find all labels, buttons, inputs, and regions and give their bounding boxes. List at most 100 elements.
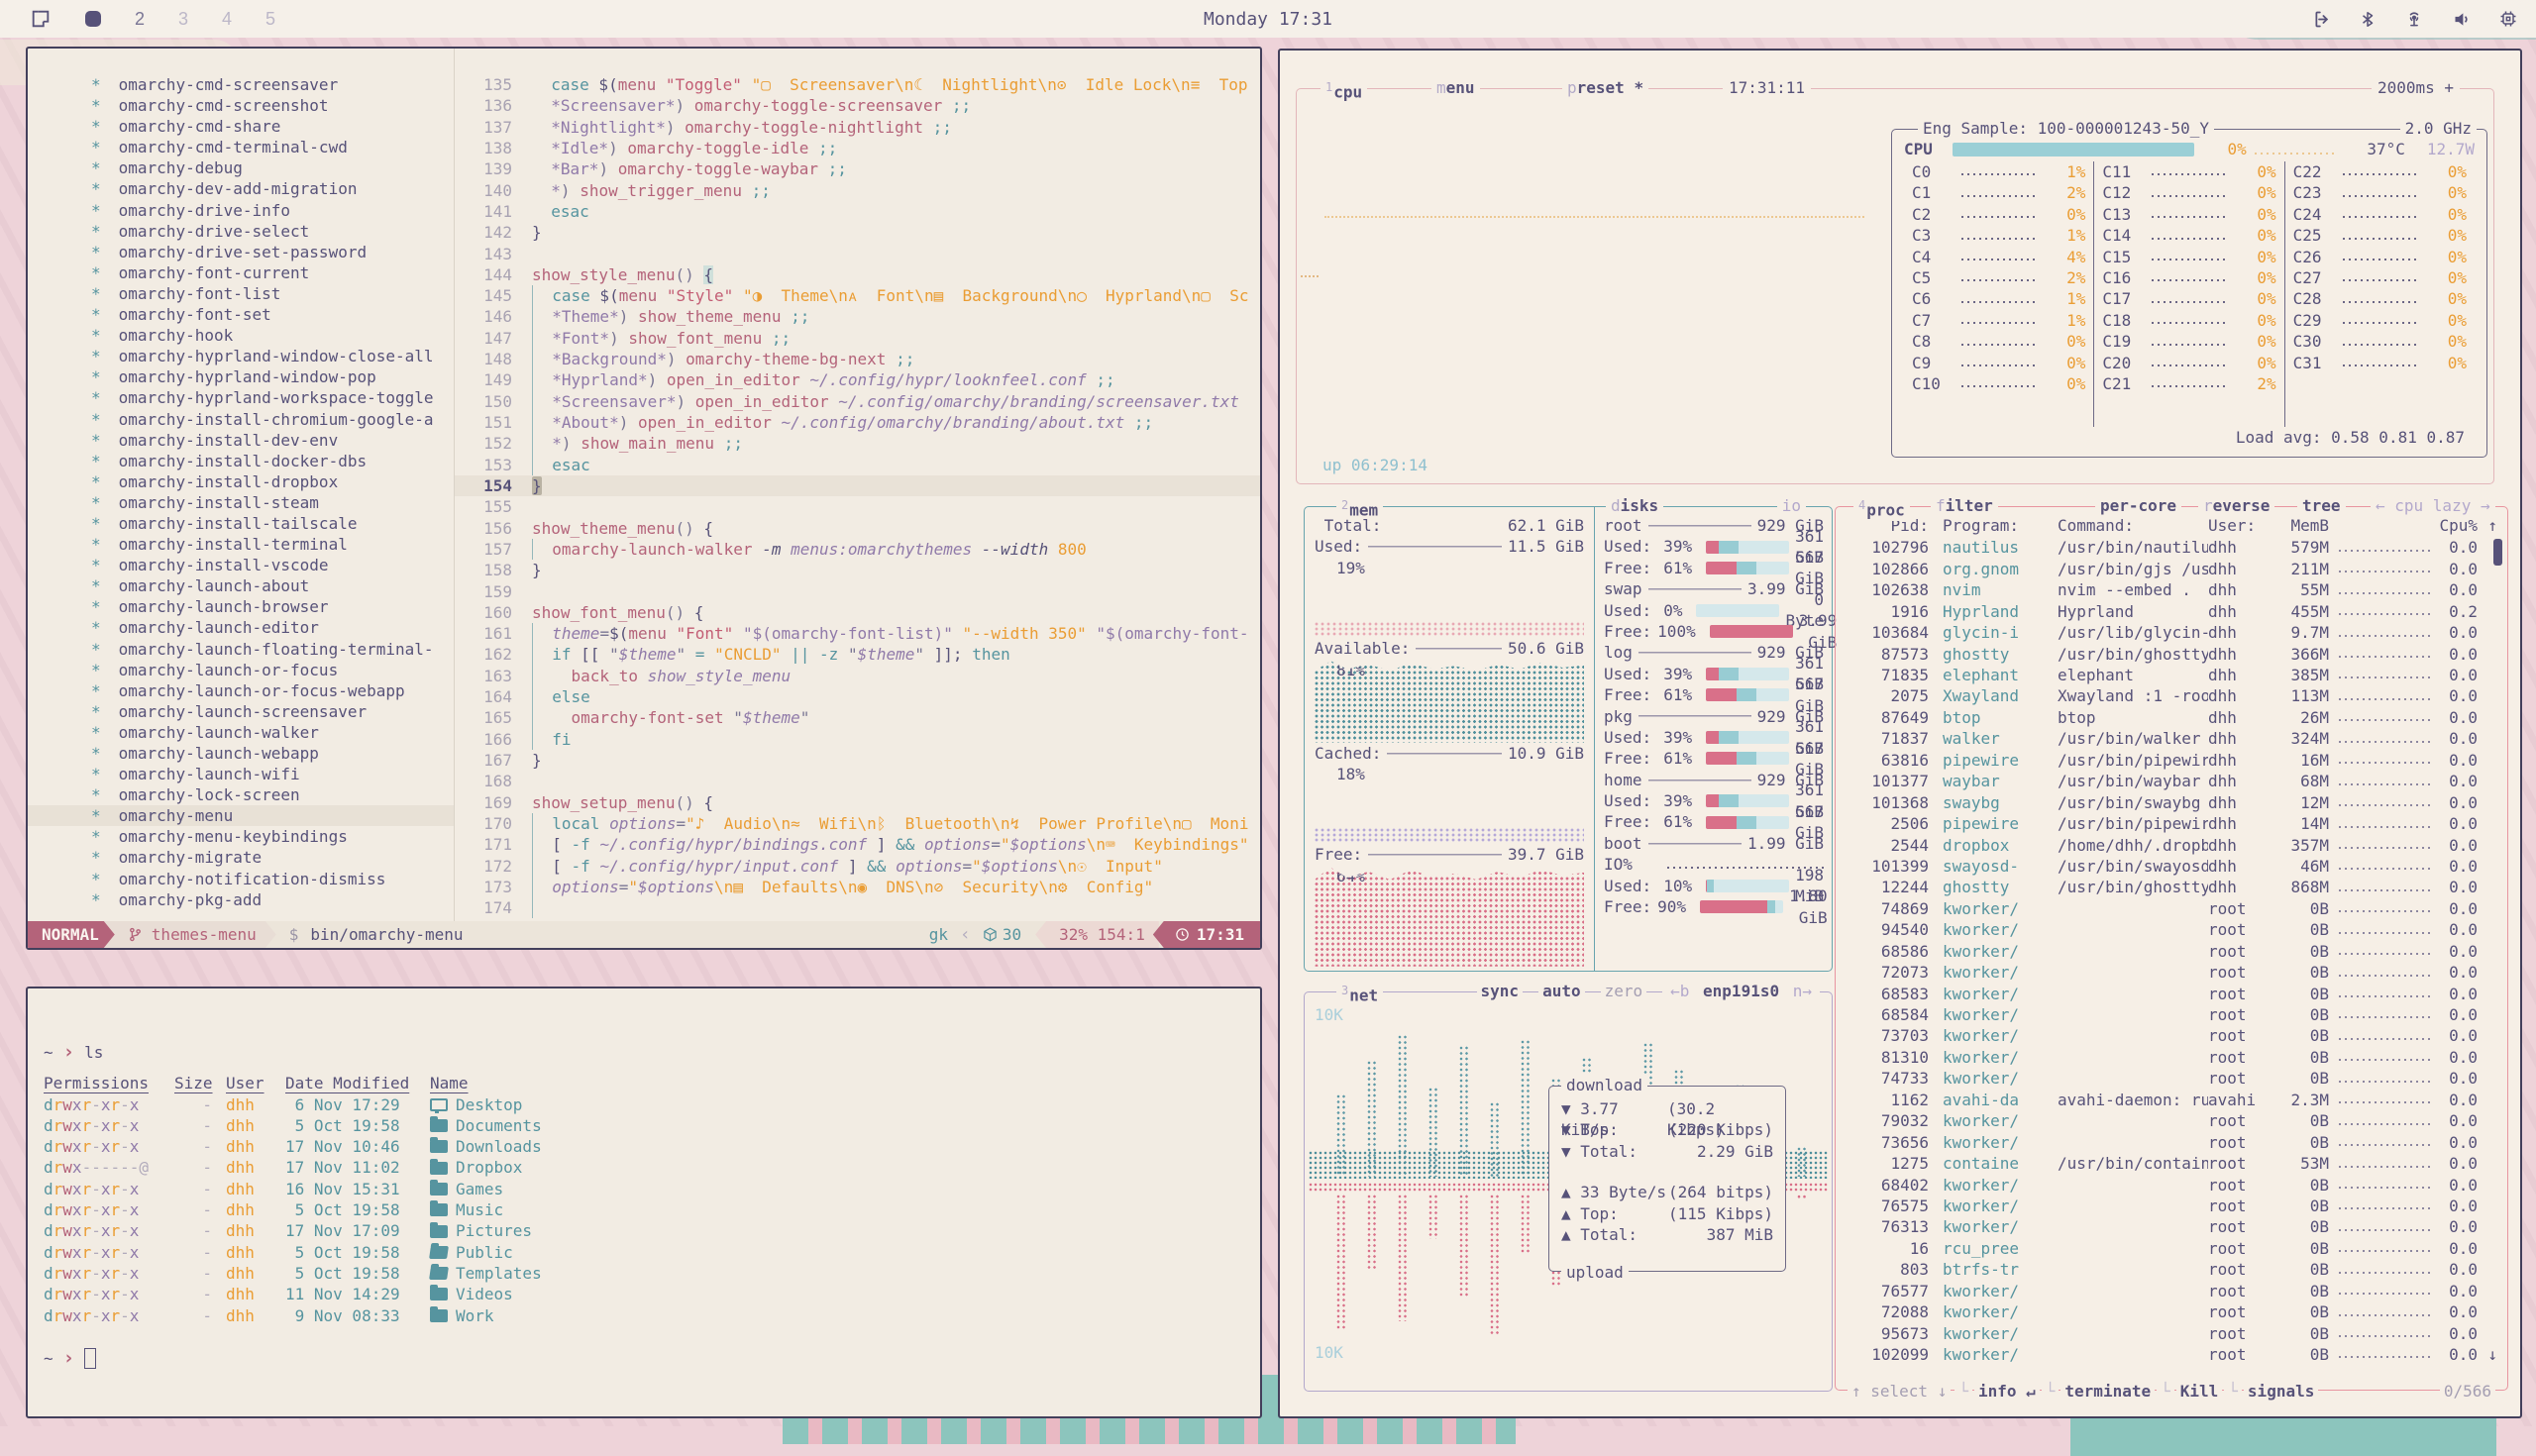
proc-action-kill[interactable]: Kill [2176, 1381, 2223, 1402]
ls-entry-Videos[interactable]: Videos [430, 1284, 1260, 1304]
code-line-140[interactable]: 140 *) show_trigger_menu ;; [455, 180, 1260, 201]
code-line-146[interactable]: 146 *Theme*) show_theme_menu ;; [455, 306, 1260, 327]
code-line-142[interactable]: 142} [455, 222, 1260, 243]
workspace-1-active[interactable] [85, 11, 101, 27]
sidebar-item-omarchy-launch-browser[interactable]: *omarchy-launch-browser [28, 596, 454, 617]
process-row-95673[interactable]: 95673kworker/root0B0.0 [1848, 1323, 2497, 1344]
sidebar-item-omarchy-cmd-screensaver[interactable]: *omarchy-cmd-screensaver [28, 74, 454, 95]
workspace-3[interactable]: 3 [178, 9, 188, 30]
sidebar-item-omarchy-font-current[interactable]: *omarchy-font-current [28, 262, 454, 283]
net-sync-button[interactable]: sync [1477, 981, 1524, 1001]
sidebar-item-omarchy-hyprland-workspace-toggle[interactable]: *omarchy-hyprland-workspace-toggle [28, 387, 454, 408]
code-line-141[interactable]: 141 esac [455, 201, 1260, 222]
sidebar-item-omarchy-launch-floating-terminal-[interactable]: *omarchy-launch-floating-terminal- [28, 639, 454, 660]
process-row-101368[interactable]: 101368swaybg/usr/bin/swaybg -i /homdhh12… [1848, 792, 2497, 813]
bluetooth-icon[interactable] [2359, 9, 2377, 30]
process-row-87649[interactable]: 87649btopbtopdhh26M0.0 [1848, 707, 2497, 728]
sidebar-item-omarchy-hyprland-window-close-all[interactable]: *omarchy-hyprland-window-close-all [28, 346, 454, 366]
git-branch-segment[interactable]: themes-menu [104, 921, 276, 948]
process-row-68584[interactable]: 68584kworker/root0B0.0 [1848, 1004, 2497, 1025]
code-line-158[interactable]: 158} [455, 560, 1260, 580]
process-row-102866[interactable]: 102866org.gnom/usr/bin/gjs /usr/lib/odhh… [1848, 559, 2497, 579]
sidebar-item-omarchy-cmd-screenshot[interactable]: *omarchy-cmd-screenshot [28, 95, 454, 116]
process-row-103684[interactable]: 103684glycin-i/usr/lib/glycin-loadersdhh… [1848, 622, 2497, 643]
net-panel-title[interactable]: 3net [1336, 981, 1383, 1006]
process-row-74869[interactable]: 74869kworker/root0B0.0 [1848, 898, 2497, 919]
process-row-81310[interactable]: 81310kworker/root0B0.0 [1848, 1047, 2497, 1068]
ls-entry-Templates[interactable]: Templates [430, 1263, 1260, 1284]
sidebar-item-omarchy-install-chromium-google-a[interactable]: *omarchy-install-chromium-google-a [28, 409, 454, 430]
code-line-153[interactable]: 153 esac [455, 455, 1260, 475]
menu-button[interactable]: menu [1431, 77, 1480, 98]
ls-entry-Desktop[interactable]: Desktop [430, 1094, 1260, 1115]
proc-action-info[interactable]: info ↵ [1974, 1381, 2040, 1402]
sidebar-item-omarchy-font-set[interactable]: *omarchy-font-set [28, 304, 454, 325]
ls-entry-Downloads[interactable]: Downloads [430, 1136, 1260, 1157]
proc-action-signals[interactable]: signals [2244, 1381, 2318, 1402]
sort-arrow-icon[interactable]: ↑ [2478, 515, 2497, 536]
sidebar-item-omarchy-install-tailscale[interactable]: *omarchy-install-tailscale [28, 513, 454, 534]
logout-icon[interactable] [2312, 9, 2333, 30]
code-line-165[interactable]: 165 omarchy-font-set "$theme" [455, 707, 1260, 728]
code-line-138[interactable]: 138 *Idle*) omarchy-toggle-idle ;; [455, 138, 1260, 158]
process-row-73703[interactable]: 73703kworker/root0B0.0 [1848, 1025, 2497, 1046]
process-row-63816[interactable]: 63816pipewire/usr/bin/pipewiredhh16M0.0 [1848, 750, 2497, 771]
process-row-68402[interactable]: 68402kworker/root0B0.0 [1848, 1175, 2497, 1196]
process-row-803[interactable]: 803btrfs-trroot0B0.0 [1848, 1259, 2497, 1280]
code-line-145[interactable]: 145 case $(menu "Style" "◑ Theme\nᴀ Font… [455, 285, 1260, 306]
code-line-172[interactable]: 172 [ -f ~/.config/hypr/input.conf ] && … [455, 856, 1260, 877]
code-line-159[interactable]: 159 [455, 581, 1260, 602]
sidebar-item-omarchy-migrate[interactable]: *omarchy-migrate [28, 847, 454, 868]
sidebar-item-omarchy-install-dev-env[interactable]: *omarchy-install-dev-env [28, 430, 454, 451]
sidebar-item-omarchy-launch-wifi[interactable]: *omarchy-launch-wifi [28, 764, 454, 784]
process-row-102099[interactable]: 102099kworker/root0B0.0↓ [1848, 1344, 2497, 1365]
ls-entry-Public[interactable]: Public [430, 1242, 1260, 1263]
shell-prompt-input[interactable]: ~ › [44, 1348, 1260, 1369]
sidebar-item-omarchy-launch-walker[interactable]: *omarchy-launch-walker [28, 722, 454, 743]
proc-panel-title[interactable]: 4proc [1853, 495, 1910, 521]
sidebar-item-omarchy-launch-editor[interactable]: *omarchy-launch-editor [28, 617, 454, 638]
code-line-139[interactable]: 139 *Bar*) omarchy-toggle-waybar ;; [455, 158, 1260, 179]
workspace-4[interactable]: 4 [222, 9, 232, 30]
sidebar-item-omarchy-install-terminal[interactable]: *omarchy-install-terminal [28, 534, 454, 555]
code-line-150[interactable]: 150 *Screensaver*) open_in_editor ~/.con… [455, 391, 1260, 412]
process-row-68586[interactable]: 68586kworker/root0B0.0 [1848, 941, 2497, 962]
sidebar-item-omarchy-launch-or-focus[interactable]: *omarchy-launch-or-focus [28, 660, 454, 680]
update-interval[interactable]: 2000ms + [2372, 77, 2460, 98]
sidebar-item-omarchy-hyprland-window-pop[interactable]: *omarchy-hyprland-window-pop [28, 366, 454, 387]
code-line-148[interactable]: 148 *Background*) omarchy-theme-bg-next … [455, 349, 1260, 369]
code-line-135[interactable]: 135 case $(menu "Toggle" "▢ Screensaver\… [455, 74, 1260, 95]
preset-button[interactable]: preset * [1562, 77, 1648, 98]
process-row-79032[interactable]: 79032kworker/root0B0.0 [1848, 1110, 2497, 1131]
workspace-5[interactable]: 5 [265, 9, 275, 30]
sidebar-item-omarchy-font-list[interactable]: *omarchy-font-list [28, 283, 454, 304]
ls-entry-Dropbox[interactable]: Dropbox [430, 1157, 1260, 1178]
code-line-147[interactable]: 147 *Font*) show_font_menu ;; [455, 328, 1260, 349]
sidebar-item-omarchy-install-steam[interactable]: *omarchy-install-steam [28, 492, 454, 513]
process-row-68583[interactable]: 68583kworker/root0B0.0 [1848, 984, 2497, 1004]
process-row-101399[interactable]: 101399swayosd-/usr/bin/swayosd-serverdhh… [1848, 856, 2497, 877]
network-icon[interactable] [2402, 9, 2426, 30]
process-row-76577[interactable]: 76577kworker/root0B0.0 [1848, 1281, 2497, 1301]
net-interface[interactable]: ←b enp191s0 n→ [1662, 981, 1820, 1001]
code-line-173[interactable]: 173 options="$options\n▤ Defaults\n◉ DNS… [455, 877, 1260, 897]
sidebar-item-omarchy-launch-about[interactable]: *omarchy-launch-about [28, 575, 454, 596]
process-row-71835[interactable]: 71835elephantelephantdhh385M0.0 [1848, 665, 2497, 685]
code-line-163[interactable]: 163 back_to show_style_menu [455, 666, 1260, 686]
ls-entry-Music[interactable]: Music [430, 1199, 1260, 1220]
ls-entry-Work[interactable]: Work [430, 1305, 1260, 1326]
ls-entry-Pictures[interactable]: Pictures [430, 1220, 1260, 1241]
filter-button[interactable]: filter [1931, 495, 1998, 516]
process-row-2075[interactable]: 2075XwaylandXwayland :1 -rootless -dhh11… [1848, 685, 2497, 706]
net-auto-button[interactable]: auto [1538, 981, 1585, 1001]
sidebar-item-omarchy-dev-add-migration[interactable]: *omarchy-dev-add-migration [28, 178, 454, 199]
process-row-73656[interactable]: 73656kworker/root0B0.0 [1848, 1132, 2497, 1153]
code-line-157[interactable]: 157 omarchy-launch-walker -m menus:omarc… [455, 539, 1260, 560]
process-row-102796[interactable]: 102796nautilus/usr/bin/nautilus --newdhh… [1848, 537, 2497, 558]
code-line-155[interactable]: 155 [455, 496, 1260, 517]
workspace-2[interactable]: 2 [135, 9, 145, 30]
process-row-87573[interactable]: 87573ghostty/usr/bin/ghostty --gtk-dhh36… [1848, 644, 2497, 665]
reverse-button[interactable]: reverse [2198, 495, 2274, 516]
proc-action-terminate[interactable]: terminate [2060, 1381, 2155, 1402]
select-hint[interactable]: ↑ select ↓ [1848, 1381, 1951, 1402]
